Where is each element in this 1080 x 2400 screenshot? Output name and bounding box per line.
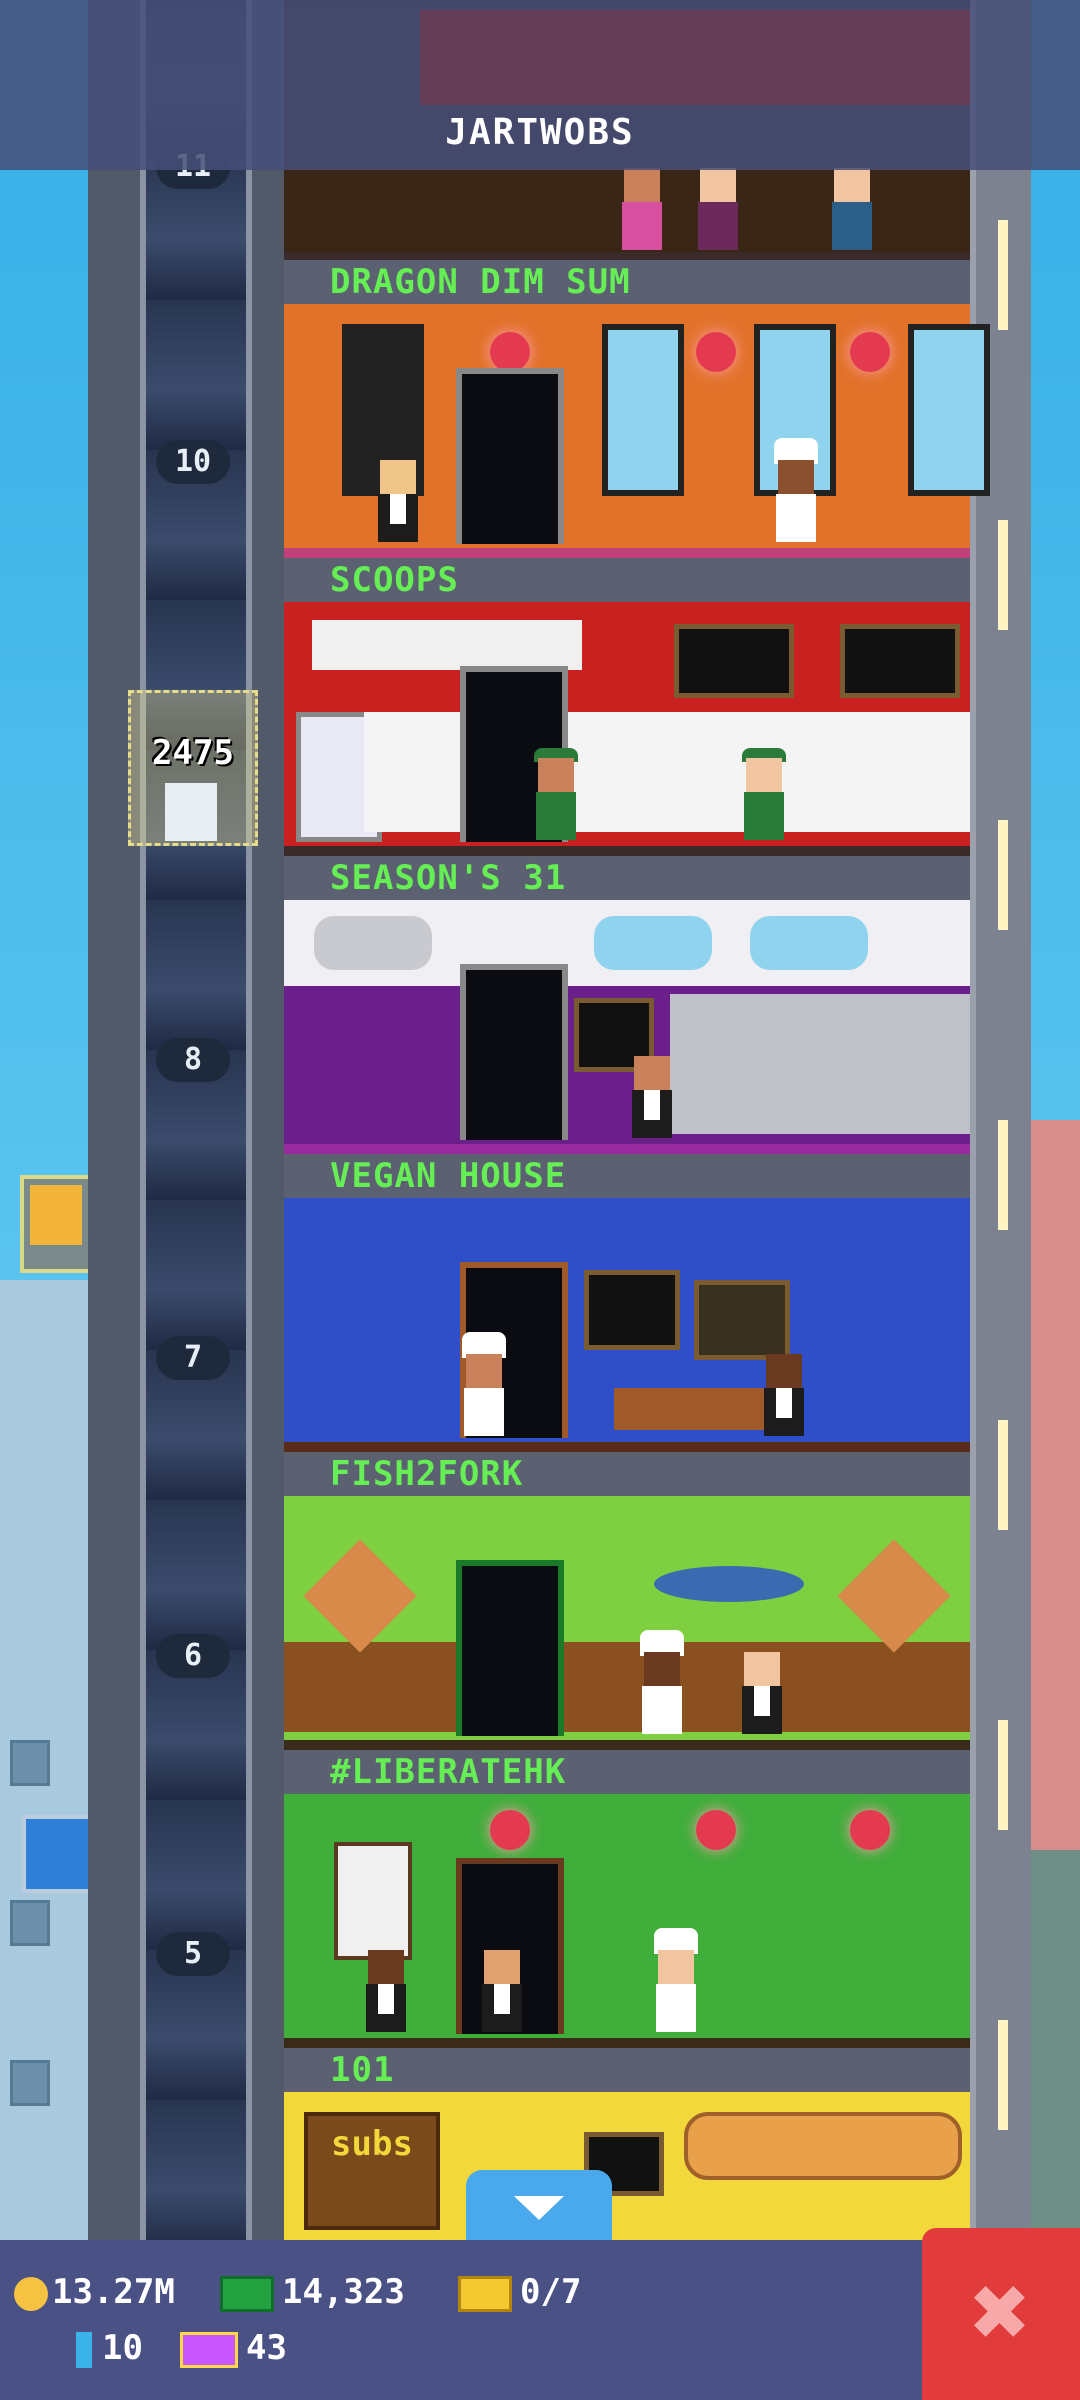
chef	[654, 1928, 698, 2032]
resource-bar: 13.27M 14,323 0/7 10 43	[0, 2240, 1080, 2400]
tickets-value: 0/7	[520, 2272, 582, 2312]
worker	[762, 1354, 806, 1436]
bux-stat: 10	[76, 2326, 143, 2370]
worker	[742, 748, 786, 840]
vip-stat: 43	[180, 2326, 287, 2370]
floor-liberatehk[interactable]: #LIBERATEHK	[284, 1750, 970, 2048]
cash-value: 14,323	[282, 2272, 405, 2312]
bux-value: 10	[102, 2328, 143, 2368]
coins-stat: 13.27M	[14, 2270, 175, 2314]
floor-seasons-31[interactable]: SEASON'S 31	[284, 856, 970, 1154]
floor-number-6: 6	[156, 1634, 230, 1678]
floor-room	[284, 1496, 970, 1746]
worker	[630, 1056, 674, 1138]
skeleton-passenger	[165, 783, 217, 841]
cash-stat: 14,323	[220, 2270, 405, 2314]
worker	[364, 1950, 408, 2032]
worker	[376, 460, 420, 542]
elevator-car[interactable]: 2475	[128, 690, 258, 846]
customer	[696, 168, 740, 250]
close-button[interactable]: ✖	[922, 2228, 1080, 2400]
subs-sign: subs	[331, 2124, 413, 2164]
lantern	[490, 1810, 530, 1850]
floor-room: subs	[284, 2092, 970, 2240]
worker	[740, 1652, 784, 1734]
elevator-passenger-count: 2475	[152, 733, 234, 773]
floor-name-label: VEGAN HOUSE	[284, 1154, 970, 1198]
lantern	[490, 332, 530, 372]
floor-fish2fork[interactable]: FISH2FORK	[284, 1452, 970, 1750]
floor-room	[284, 1198, 970, 1448]
background-building-left	[0, 1280, 95, 2280]
floor-name-label: SCOOPS	[284, 558, 970, 602]
floor-room	[284, 304, 990, 554]
lantern	[696, 1810, 736, 1850]
floor-door	[456, 1560, 564, 1736]
bux-icon	[76, 2331, 92, 2368]
floor-101[interactable]: 101 subs	[284, 2048, 970, 2240]
menu-board	[694, 1280, 790, 1360]
menu-board	[584, 1270, 680, 1350]
building-window	[10, 1740, 50, 1786]
floor-name-label: DRAGON DIM SUM	[284, 260, 970, 304]
lattice-window	[602, 324, 684, 496]
floor-dragon-dim-sum[interactable]: DRAGON DIM SUM	[284, 260, 990, 558]
vip-value: 43	[246, 2328, 287, 2368]
building-window	[10, 2060, 50, 2106]
floor-number-5: 5	[156, 1932, 230, 1976]
scroll-down-icon	[514, 2196, 564, 2220]
fries-billboard	[20, 1175, 94, 1273]
close-x-icon: ✖	[970, 2253, 1032, 2370]
coins-value: 13.27M	[52, 2272, 175, 2312]
menu-board	[674, 624, 794, 698]
lantern	[850, 1810, 890, 1850]
floor-room	[284, 1794, 970, 2044]
floor-room	[284, 900, 970, 1150]
blue-billboard	[22, 1815, 96, 1893]
floor-name-label: #LIBERATEHK	[284, 1750, 970, 1794]
elevator-shaft[interactable]	[140, 0, 252, 2240]
cash-icon	[220, 2275, 274, 2312]
banner-decoration	[420, 10, 970, 105]
menu-board	[840, 624, 960, 698]
lattice-window	[908, 324, 990, 496]
lantern	[696, 332, 736, 372]
coin-icon	[14, 2276, 48, 2311]
customer	[830, 168, 874, 250]
floor-name-label: SEASON'S 31	[284, 856, 970, 900]
chef	[462, 1332, 506, 1436]
floor-number-10: 10	[156, 440, 230, 484]
lantern	[850, 332, 890, 372]
vip-icon	[180, 2331, 238, 2368]
chef	[774, 438, 818, 542]
worker	[534, 748, 578, 840]
floor-door	[456, 368, 564, 544]
scroll-down-button[interactable]	[466, 2170, 612, 2240]
floor-vegan-house[interactable]: VEGAN HOUSE	[284, 1154, 970, 1452]
floor-number-8: 8	[156, 1038, 230, 1082]
floor-scoops[interactable]: SCOOPS	[284, 558, 970, 856]
customer	[620, 168, 664, 250]
floor-number-7: 7	[156, 1336, 230, 1380]
floor-door	[460, 964, 568, 1140]
floor-name-label: FISH2FORK	[284, 1452, 970, 1496]
ticket-icon	[458, 2275, 512, 2312]
top-banner: JARTWOBS	[0, 0, 1080, 170]
floor-room	[284, 602, 970, 852]
tower-name: JARTWOBS	[445, 112, 635, 153]
building-window	[10, 1900, 50, 1946]
chef	[640, 1630, 684, 1734]
floor-name-label: 101	[284, 2048, 970, 2092]
worker	[480, 1950, 524, 2032]
tickets-stat: 0/7	[458, 2270, 581, 2314]
